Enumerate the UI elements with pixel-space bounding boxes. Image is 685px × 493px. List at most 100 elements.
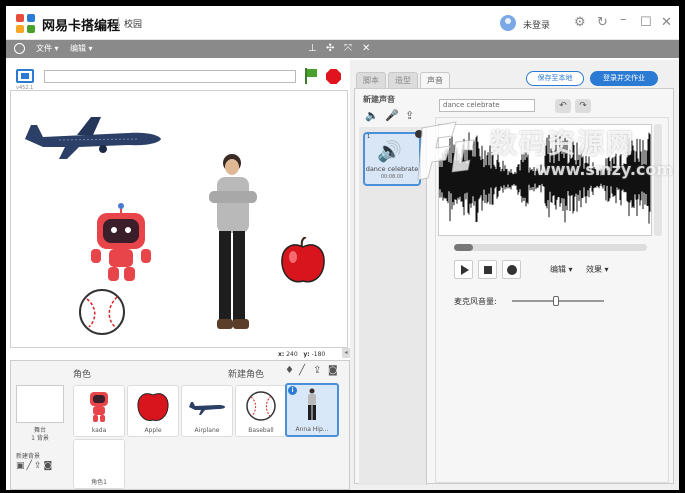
user-avatar-icon[interactable] xyxy=(500,15,516,31)
paint-sprite-icon[interactable]: ╱ xyxy=(299,365,305,376)
watermark-url: www.smzy.com xyxy=(536,160,674,179)
minimize-icon[interactable]: – xyxy=(620,12,627,28)
paint-backdrop-icon[interactable]: ╱ xyxy=(27,461,34,471)
record-button[interactable] xyxy=(502,260,521,279)
stop-button[interactable] xyxy=(478,260,497,279)
stage-canvas[interactable] xyxy=(10,90,348,348)
sprite-card-anna[interactable]: i Anna Hip... xyxy=(285,383,339,437)
stop-icon[interactable] xyxy=(326,69,341,84)
stamp-icon[interactable]: ⊥ xyxy=(308,42,317,55)
sound-name-input[interactable]: dance celebrate xyxy=(439,99,535,112)
record-icon xyxy=(507,265,517,275)
anna-thumb-icon xyxy=(308,388,316,420)
stage-toolbar: v452.1 xyxy=(6,66,350,91)
sprite-name: kada xyxy=(91,427,107,434)
sprite-name: Apple xyxy=(144,427,162,434)
mic-volume-slider[interactable] xyxy=(512,296,604,306)
shrink-icon[interactable]: ✕ xyxy=(362,42,370,55)
menu-edit[interactable]: 编辑 ▾ xyxy=(70,43,93,54)
app-window: 网易卡搭编程 校园 未登录 ⚙ ↻ – ☐ ✕ 文件 ▾ 编辑 ▾ ⊥ ✣ ⤧ … xyxy=(6,6,679,490)
sprite-name: Baseball xyxy=(248,427,274,434)
app-subtitle: 校园 xyxy=(124,20,143,30)
sprite-card-kada[interactable]: kada xyxy=(73,385,125,437)
refresh-icon[interactable]: ↻ xyxy=(597,15,608,31)
maximize-icon[interactable]: ☐ xyxy=(640,15,652,31)
new-sprite-label: 新建角色 xyxy=(228,370,265,380)
apple-sprite[interactable] xyxy=(279,237,327,285)
login-status[interactable]: 未登录 xyxy=(523,18,550,31)
sprite-name: Anna Hip... xyxy=(295,426,329,433)
app-logo-icon xyxy=(16,14,36,34)
green-flag-icon[interactable] xyxy=(304,68,318,84)
mic-volume-label: 麦克风音量: xyxy=(454,297,497,306)
sprite-pane: 角色 新建角色 ♦ ╱ ⇪ ◙ 舞台 1 背景 新建背景 ▣╱⇪◙ kada A… xyxy=(10,360,350,490)
collapse-stage-icon[interactable]: ◂ xyxy=(342,348,350,358)
baseball-sprite[interactable] xyxy=(77,287,127,337)
sprite-card-airplane[interactable]: Airplane xyxy=(181,385,233,437)
playback-progress[interactable] xyxy=(454,244,647,251)
login-submit-button[interactable]: 登录并交作业 xyxy=(590,71,658,86)
apple-thumb-icon xyxy=(137,393,169,421)
backdrop-library-icon[interactable]: ▣ xyxy=(16,461,27,471)
sprite-card-new[interactable]: 角色1 xyxy=(73,439,125,489)
stage-thumb-label: 舞台 1 背景 xyxy=(31,427,49,442)
airplane-sprite[interactable] xyxy=(19,111,165,161)
sprite-card-baseball[interactable]: Baseball xyxy=(235,385,287,437)
settings-icon[interactable]: ⚙ xyxy=(574,15,586,31)
sound-item[interactable]: 1 🔊 dance celebrate 00:08.00 xyxy=(363,130,423,186)
watermark-logo xyxy=(417,121,475,181)
camera-sprite-icon[interactable]: ◙ xyxy=(328,365,338,376)
new-sound-label: 新建声音 xyxy=(363,95,395,104)
sprite-library-icon[interactable]: ♦ xyxy=(285,365,294,376)
watermark-text: 数码资源网 xyxy=(490,129,635,160)
anna-person-sprite[interactable] xyxy=(205,153,261,341)
kada-thumb-icon xyxy=(90,392,108,422)
project-title-input[interactable] xyxy=(44,70,296,83)
sprite-pane-title: 角色 xyxy=(73,370,92,380)
mouse-coordinates: x: 240 y: -180 xyxy=(278,351,326,358)
save-local-button[interactable]: 保存至本地 xyxy=(526,71,584,86)
play-button[interactable] xyxy=(454,260,473,279)
record-sound-icon[interactable]: 🎤 xyxy=(385,109,399,122)
tab-scripts[interactable]: 脚本 xyxy=(356,72,386,88)
baseball-thumb-icon xyxy=(246,391,276,421)
backdrop-tools: ▣╱⇪◙ xyxy=(16,461,54,471)
grow-icon[interactable]: ⤧ xyxy=(344,42,352,55)
camera-backdrop-icon[interactable]: ◙ xyxy=(43,461,54,471)
presentation-mode-icon[interactable] xyxy=(16,69,34,83)
sprite-name: 角色1 xyxy=(91,479,107,486)
stage-column: 舞台 1 背景 新建背景 ▣╱⇪◙ xyxy=(11,381,69,490)
play-icon xyxy=(461,265,469,275)
menu-bar: 文件 ▾ 编辑 ▾ ⊥ ✣ ⤧ ✕ xyxy=(6,40,679,58)
coord-x: 240 xyxy=(286,351,298,358)
sound-index: 1 xyxy=(367,134,371,140)
mic-volume-knob[interactable] xyxy=(553,296,560,306)
tab-costumes[interactable]: 造型 xyxy=(388,72,418,88)
sprite-name: Airplane xyxy=(194,427,220,434)
speaker-icon: 🔊 xyxy=(377,139,402,163)
sprite-header: 角色 新建角色 ♦ ╱ ⇪ ◙ xyxy=(73,363,349,381)
sprite-card-apple[interactable]: Apple xyxy=(127,385,179,437)
close-icon[interactable]: ✕ xyxy=(661,15,672,31)
sound-item-name: dance celebrate xyxy=(365,165,419,173)
menu-file[interactable]: 文件 ▾ xyxy=(36,43,59,54)
undo-icon[interactable]: ↶ xyxy=(555,99,571,113)
watermark: 数码资源网 www.smzy.com xyxy=(416,116,674,196)
playback-progress-fill xyxy=(454,244,474,251)
tab-sounds[interactable]: 声音 xyxy=(420,72,450,88)
cut-icon[interactable]: ✣ xyxy=(326,42,334,55)
redo-icon[interactable]: ↷ xyxy=(575,99,591,113)
title-bar: 网易卡搭编程 校园 未登录 ⚙ ↻ – ☐ ✕ xyxy=(6,6,679,40)
coord-y: -180 xyxy=(311,351,326,358)
sound-library-icon[interactable]: 🔈 xyxy=(365,109,379,122)
effect-dropdown[interactable]: 效果 ▾ xyxy=(586,264,609,275)
upload-sprite-icon[interactable]: ⇪ xyxy=(313,365,321,376)
sound-duration: 00:08.00 xyxy=(380,174,404,180)
stop-square-icon xyxy=(484,266,492,274)
upload-sound-icon[interactable]: ⇪ xyxy=(405,109,414,122)
stage-thumbnail[interactable] xyxy=(16,385,64,423)
edit-dropdown[interactable]: 编辑 ▾ xyxy=(550,264,573,275)
kada-robot-sprite[interactable] xyxy=(91,203,151,285)
language-globe-icon[interactable] xyxy=(14,43,25,54)
new-backdrop-label: 新建背景 xyxy=(16,453,41,460)
